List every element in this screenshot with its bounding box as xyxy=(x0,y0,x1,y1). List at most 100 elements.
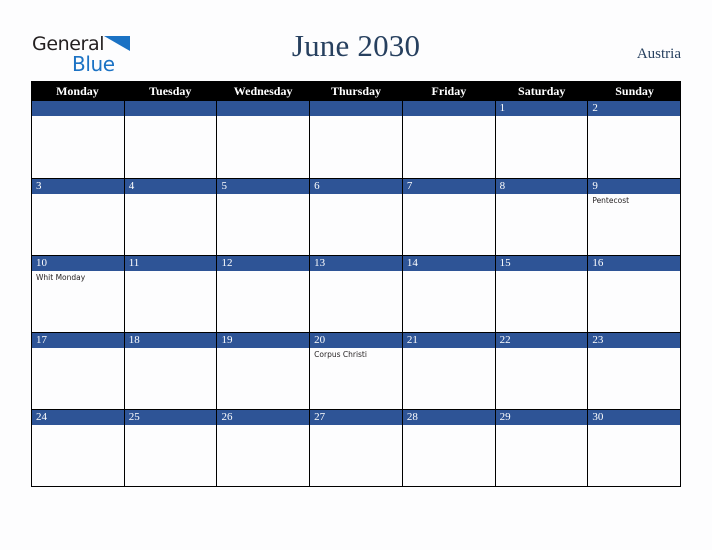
calendar-day-cell[interactable]: 26 xyxy=(216,410,310,486)
page-title: June 2030 xyxy=(291,28,421,63)
day-events xyxy=(403,194,495,196)
day-events: Whit Monday xyxy=(32,271,124,283)
day-number: 5 xyxy=(217,179,310,194)
day-number xyxy=(402,101,495,116)
holiday-label: Whit Monday xyxy=(36,273,86,282)
calendar-day-cell[interactable]: 1 xyxy=(494,101,588,178)
day-number: 23 xyxy=(588,333,681,348)
day-number: 22 xyxy=(495,333,588,348)
day-number: 7 xyxy=(402,179,495,194)
day-number: 11 xyxy=(124,256,217,271)
weekday-header-tuesday: Tuesday xyxy=(149,84,192,98)
day-number xyxy=(310,101,402,116)
weekday-header-row: Monday Tuesday Wednesday Thursday Friday… xyxy=(31,81,681,101)
weekday-header-sunday: Sunday xyxy=(615,84,654,98)
day-number: 8 xyxy=(495,179,588,194)
weekday-header-wednesday: Wednesday xyxy=(233,84,293,98)
calendar-day-cell-empty xyxy=(309,101,402,178)
day-events xyxy=(496,425,588,427)
calendar-day-cell-empty xyxy=(401,101,495,178)
calendar-day-cell[interactable]: 18 xyxy=(123,333,217,409)
day-number: 20 xyxy=(310,333,402,348)
calendar-day-cell[interactable]: 30 xyxy=(587,410,681,486)
day-events xyxy=(32,116,124,118)
day-events xyxy=(217,194,309,196)
day-number: 12 xyxy=(217,256,310,271)
country-label: Austria xyxy=(636,46,681,62)
day-events xyxy=(217,425,309,427)
calendar-day-cell[interactable]: 24 xyxy=(32,410,124,486)
day-events xyxy=(403,425,495,427)
calendar-day-cell[interactable]: 3 xyxy=(32,179,124,255)
day-number: 29 xyxy=(495,410,588,425)
day-number: 26 xyxy=(217,410,310,425)
day-number: 30 xyxy=(588,410,681,425)
calendar-day-cell[interactable]: 8 xyxy=(494,179,588,255)
day-events xyxy=(403,348,495,350)
day-events xyxy=(125,271,217,273)
calendar-day-cell[interactable]: 29 xyxy=(494,410,588,486)
calendar-day-cell[interactable]: 9 Pentecost xyxy=(587,179,681,255)
day-events xyxy=(32,194,124,196)
page-header: General Blue June 2030 Austria xyxy=(0,0,712,81)
day-number: 3 xyxy=(32,179,124,194)
day-number xyxy=(217,101,310,116)
calendar-day-cell[interactable]: 12 xyxy=(216,256,310,332)
day-events xyxy=(32,425,124,427)
day-number: 14 xyxy=(402,256,495,271)
day-number: 27 xyxy=(310,410,402,425)
day-number: 9 xyxy=(588,179,681,194)
calendar-day-cell[interactable]: 6 xyxy=(309,179,402,255)
day-number xyxy=(32,101,124,116)
calendar-day-cell[interactable]: 22 xyxy=(494,333,588,409)
day-events xyxy=(125,116,217,118)
day-events xyxy=(32,348,124,350)
calendar-day-cell[interactable]: 4 xyxy=(123,179,217,255)
calendar-day-cell-empty xyxy=(123,101,217,178)
calendar-day-cell[interactable]: 14 xyxy=(401,256,495,332)
day-events xyxy=(588,116,680,118)
day-number: 10 xyxy=(32,256,124,271)
calendar-week-row: 24 25 26 27 28 29 30 xyxy=(32,409,681,486)
day-number: 19 xyxy=(217,333,310,348)
calendar-day-cell[interactable]: 2 xyxy=(587,101,681,178)
calendar-day-cell-empty xyxy=(216,101,310,178)
calendar-day-cell[interactable]: 21 xyxy=(401,333,495,409)
calendar-grid: Monday Tuesday Wednesday Thursday Friday… xyxy=(31,81,681,487)
calendar-day-cell[interactable]: 23 xyxy=(587,333,681,409)
day-events xyxy=(217,116,309,118)
calendar-day-cell[interactable]: 19 xyxy=(216,333,310,409)
weekday-header-friday: Friday xyxy=(431,84,467,98)
calendar-day-cell[interactable]: 28 xyxy=(401,410,495,486)
day-number: 2 xyxy=(588,101,681,116)
calendar-day-cell[interactable]: 16 xyxy=(587,256,681,332)
weekday-header-saturday: Saturday xyxy=(518,84,566,98)
day-events xyxy=(588,425,680,427)
calendar-day-cell[interactable]: 7 xyxy=(401,179,495,255)
holiday-label: Corpus Christi xyxy=(314,350,367,359)
day-number: 16 xyxy=(588,256,681,271)
calendar-day-cell-empty xyxy=(32,101,124,178)
calendar-day-cell[interactable]: 20 Corpus Christi xyxy=(309,333,402,409)
calendar-week-row: 12 xyxy=(32,101,681,178)
day-number: 24 xyxy=(32,410,124,425)
day-events: Corpus Christi xyxy=(310,348,402,360)
calendar-day-cell[interactable]: 17 xyxy=(32,333,124,409)
day-events xyxy=(310,425,402,427)
calendar-day-cell[interactable]: 15 xyxy=(494,256,588,332)
day-number xyxy=(124,101,217,116)
day-events xyxy=(125,425,217,427)
calendar-day-cell[interactable]: 13 xyxy=(309,256,402,332)
calendar-day-cell[interactable]: 27 xyxy=(309,410,402,486)
day-events: Pentecost xyxy=(588,194,680,206)
day-number: 28 xyxy=(402,410,495,425)
day-events xyxy=(310,271,402,273)
holiday-label: Pentecost xyxy=(592,196,630,205)
day-events xyxy=(588,348,680,350)
day-number: 13 xyxy=(310,256,402,271)
calendar-day-cell[interactable]: 11 xyxy=(123,256,217,332)
calendar-day-cell[interactable]: 10 Whit Monday xyxy=(32,256,124,332)
weekday-header-thursday: Thursday xyxy=(330,84,382,98)
calendar-day-cell[interactable]: 25 xyxy=(123,410,217,486)
calendar-day-cell[interactable]: 5 xyxy=(216,179,310,255)
